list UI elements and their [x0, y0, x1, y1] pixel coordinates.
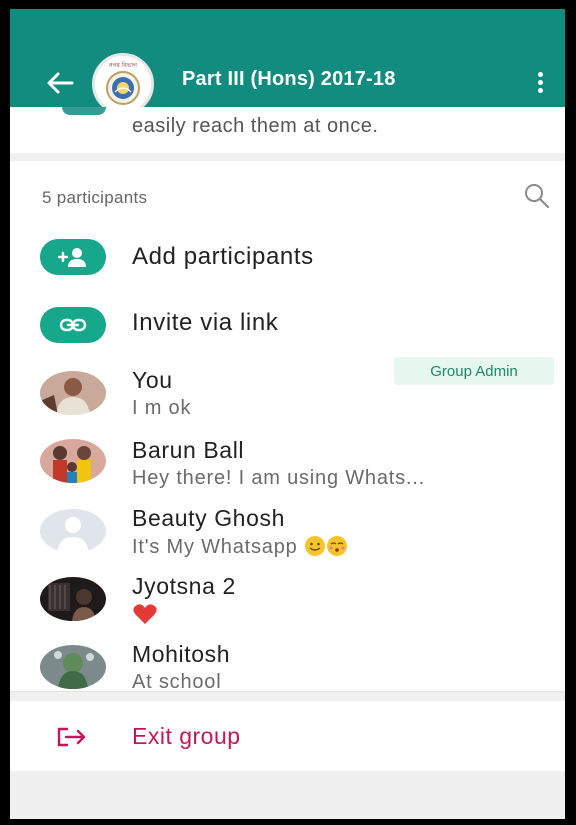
participant-name: Mohitosh	[132, 641, 231, 667]
kiss-emoji-icon	[326, 536, 347, 556]
participant-name: Beauty Ghosh	[132, 505, 285, 531]
group-title[interactable]: Part III (Hons) 2017-18	[182, 68, 396, 91]
exit-group-label[interactable]: Exit group	[132, 723, 241, 750]
add-participants-row[interactable]: Add participants	[10, 221, 565, 281]
link-icon	[40, 307, 106, 343]
participant-status-row	[132, 603, 158, 631]
group-info-screen: নগর বিভাগ Part III (Hons) 2017-18 easily…	[10, 9, 565, 819]
description-edit-chip	[62, 107, 106, 115]
more-options-icon[interactable]	[528, 69, 552, 97]
avatar	[40, 439, 106, 483]
exit-group-row[interactable]	[10, 701, 565, 771]
avatar	[40, 645, 106, 689]
participant-row[interactable]: Jyotsna 2	[10, 565, 565, 633]
invite-via-link-row[interactable]: Invite via link	[10, 291, 565, 351]
participant-row[interactable]: Barun Ball Hey there! I am using Whats..…	[10, 427, 565, 495]
group-description: easily reach them at once.	[132, 115, 379, 137]
search-icon[interactable]	[522, 181, 552, 211]
exit-icon[interactable]	[56, 725, 90, 749]
invite-via-link-label: Invite via link	[132, 309, 279, 336]
participant-name: Barun Ball	[132, 437, 245, 463]
avatar	[40, 371, 106, 415]
participant-status-row: It's My Whatsapp	[132, 535, 348, 559]
avatar-caption-text: নগর বিভাগ	[108, 62, 138, 69]
group-avatar[interactable]: নগর বিভাগ	[92, 53, 154, 115]
participant-status: Hey there! I am using Whats...	[132, 467, 425, 489]
add-participants-label: Add participants	[132, 243, 314, 270]
participant-name: You	[132, 367, 173, 393]
smile-emoji-icon	[304, 536, 325, 556]
divider	[10, 691, 565, 692]
add-person-icon	[40, 239, 106, 275]
participant-status: I m ok	[132, 397, 192, 419]
back-arrow-icon[interactable]	[46, 71, 74, 95]
participant-name: Jyotsna 2	[132, 573, 236, 599]
participants-count: 5 participants	[42, 188, 148, 207]
participant-status: It's My Whatsapp	[132, 536, 298, 558]
group-admin-badge: Group Admin	[394, 357, 554, 385]
avatar	[40, 509, 106, 553]
participant-row[interactable]: Beauty Ghosh It's My Whatsapp	[10, 497, 565, 565]
avatar	[40, 577, 106, 621]
heart-emoji-icon	[133, 604, 157, 624]
